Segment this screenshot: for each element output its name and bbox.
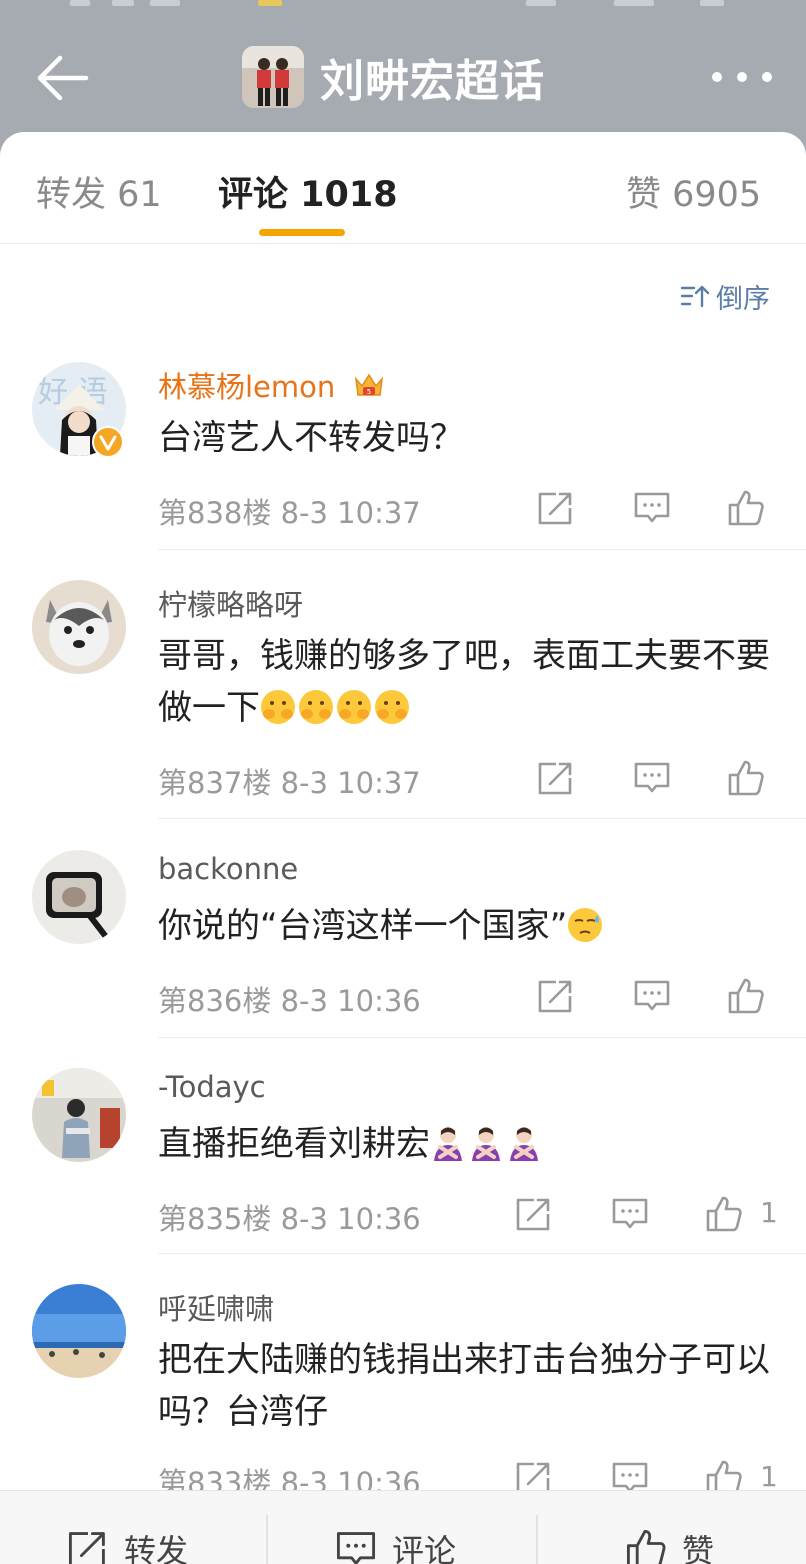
repost-button[interactable]: 转发: [66, 1529, 188, 1564]
sort-icon: [680, 285, 710, 308]
comment-item: 呼延啸啸 把在大陆赚的钱捐出来打击台独分子可以吗？台湾仔 第833楼 8-3 1…: [0, 1284, 806, 1524]
verified-badge-icon: [92, 426, 124, 458]
comment-text: 哥哥，钱赚的够多了吧，表面工夫要不要做一下: [158, 636, 770, 728]
avatar[interactable]: [32, 1284, 126, 1378]
crown-icon: 5: [354, 373, 383, 396]
repost-label: 转发: [124, 1532, 189, 1564]
comment-icon: [336, 1532, 376, 1564]
like-label: 赞: [682, 1532, 715, 1564]
comment-item: -Todayc 直播拒绝看刘耕宏 第835楼 8-3 10:36 1: [0, 1068, 806, 1258]
comment-meta: 第836楼 8-3 10:36: [158, 984, 421, 1018]
comment-button[interactable]: 评论: [334, 1529, 456, 1564]
divider: [158, 818, 806, 819]
status-bar: [0, 0, 806, 10]
comment-icon[interactable]: [632, 976, 672, 1016]
comment-text: 直播拒绝看刘耕宏: [158, 1118, 778, 1170]
sweat-face-emoji: [567, 906, 605, 946]
comment-text: 台湾艺人不转发吗？: [158, 418, 464, 458]
repost-icon[interactable]: [536, 758, 576, 798]
comment-author[interactable]: 林慕杨lemon 5: [158, 364, 385, 406]
comment-text: 把在大陆赚的钱捐出来打击台独分子可以吗？台湾仔: [158, 1340, 770, 1432]
sort-order-button[interactable]: 倒序: [680, 276, 770, 316]
divider: [158, 549, 806, 550]
like-icon[interactable]: [726, 488, 766, 528]
comment-icon[interactable]: [610, 1194, 650, 1234]
tab-likes[interactable]: 赞 6905: [626, 166, 761, 217]
comment-meta: 第837楼 8-3 10:37: [158, 766, 421, 800]
comment-meta: 第835楼 8-3 10:36: [158, 1202, 421, 1236]
divider: [158, 1037, 806, 1038]
page-title: 刘畊宏超话: [320, 56, 545, 107]
sort-label: 倒序: [716, 283, 770, 315]
comment-author[interactable]: 柠檬略略呀: [158, 582, 303, 624]
like-icon: [626, 1529, 666, 1564]
comment-text: 你说的“台湾这样一个国家”: [158, 900, 778, 952]
topic-avatar: [242, 46, 304, 108]
comment-icon[interactable]: [632, 758, 672, 798]
comment-author[interactable]: backonne: [158, 852, 298, 886]
repost-icon[interactable]: [536, 488, 576, 528]
tab-comments[interactable]: 评论 1018: [218, 166, 398, 217]
divider: [536, 1515, 538, 1564]
repost-icon[interactable]: [514, 1194, 554, 1234]
comment-item: 柠檬略略呀 哥哥，钱赚的够多了吧，表面工夫要不要做一下 第837楼 8-3 10…: [0, 580, 806, 822]
header-title-group[interactable]: 刘畊宏超话: [242, 44, 545, 110]
top-app-bar: 刘畊宏超话: [0, 0, 806, 150]
like-count: 1: [760, 1460, 778, 1493]
like-icon[interactable]: [726, 976, 766, 1016]
divider: [266, 1515, 268, 1564]
avatar[interactable]: [32, 580, 126, 674]
more-button[interactable]: [712, 62, 772, 92]
like-icon[interactable]: [704, 1194, 744, 1234]
comment-meta: 第838楼 8-3 10:37: [158, 496, 421, 530]
comment-label: 评论: [392, 1532, 457, 1564]
comment-author[interactable]: -Todayc: [158, 1070, 266, 1104]
comments-sheet: 转发 61 评论 1018 赞 6905 倒序 好 语 林慕杨lemon 5 台…: [0, 132, 806, 1564]
bottom-action-bar: 转发 评论 赞: [0, 1490, 806, 1564]
tab-reposts[interactable]: 转发 61: [36, 166, 162, 217]
like-button[interactable]: 赞: [624, 1529, 714, 1564]
like-icon[interactable]: [726, 758, 766, 798]
comment-item: backonne 你说的“台湾这样一个国家” 第836楼 8-3 10:36: [0, 850, 806, 1040]
crossed-arms-emoji: [430, 1124, 544, 1164]
tab-bar: 转发 61 评论 1018 赞 6905: [0, 132, 806, 244]
comment-item: 好 语 林慕杨lemon 5 台湾艺人不转发吗？ 第838楼 8-3 10:37: [0, 362, 806, 552]
svg-text:5: 5: [366, 388, 370, 396]
like-count: 1: [760, 1196, 778, 1229]
tab-active-indicator: [259, 229, 345, 236]
comment-author[interactable]: 呼延啸啸: [158, 1286, 274, 1328]
back-button[interactable]: [32, 52, 94, 104]
avatar[interactable]: [32, 850, 126, 944]
divider: [158, 1253, 806, 1254]
hands-over-mouth-emoji: [260, 688, 412, 728]
repost-icon[interactable]: [536, 976, 576, 1016]
arrow-left-icon: [37, 55, 89, 101]
avatar[interactable]: [32, 1068, 126, 1162]
comment-icon[interactable]: [632, 488, 672, 528]
more-dots-icon: [712, 72, 722, 82]
repost-icon: [68, 1532, 105, 1564]
